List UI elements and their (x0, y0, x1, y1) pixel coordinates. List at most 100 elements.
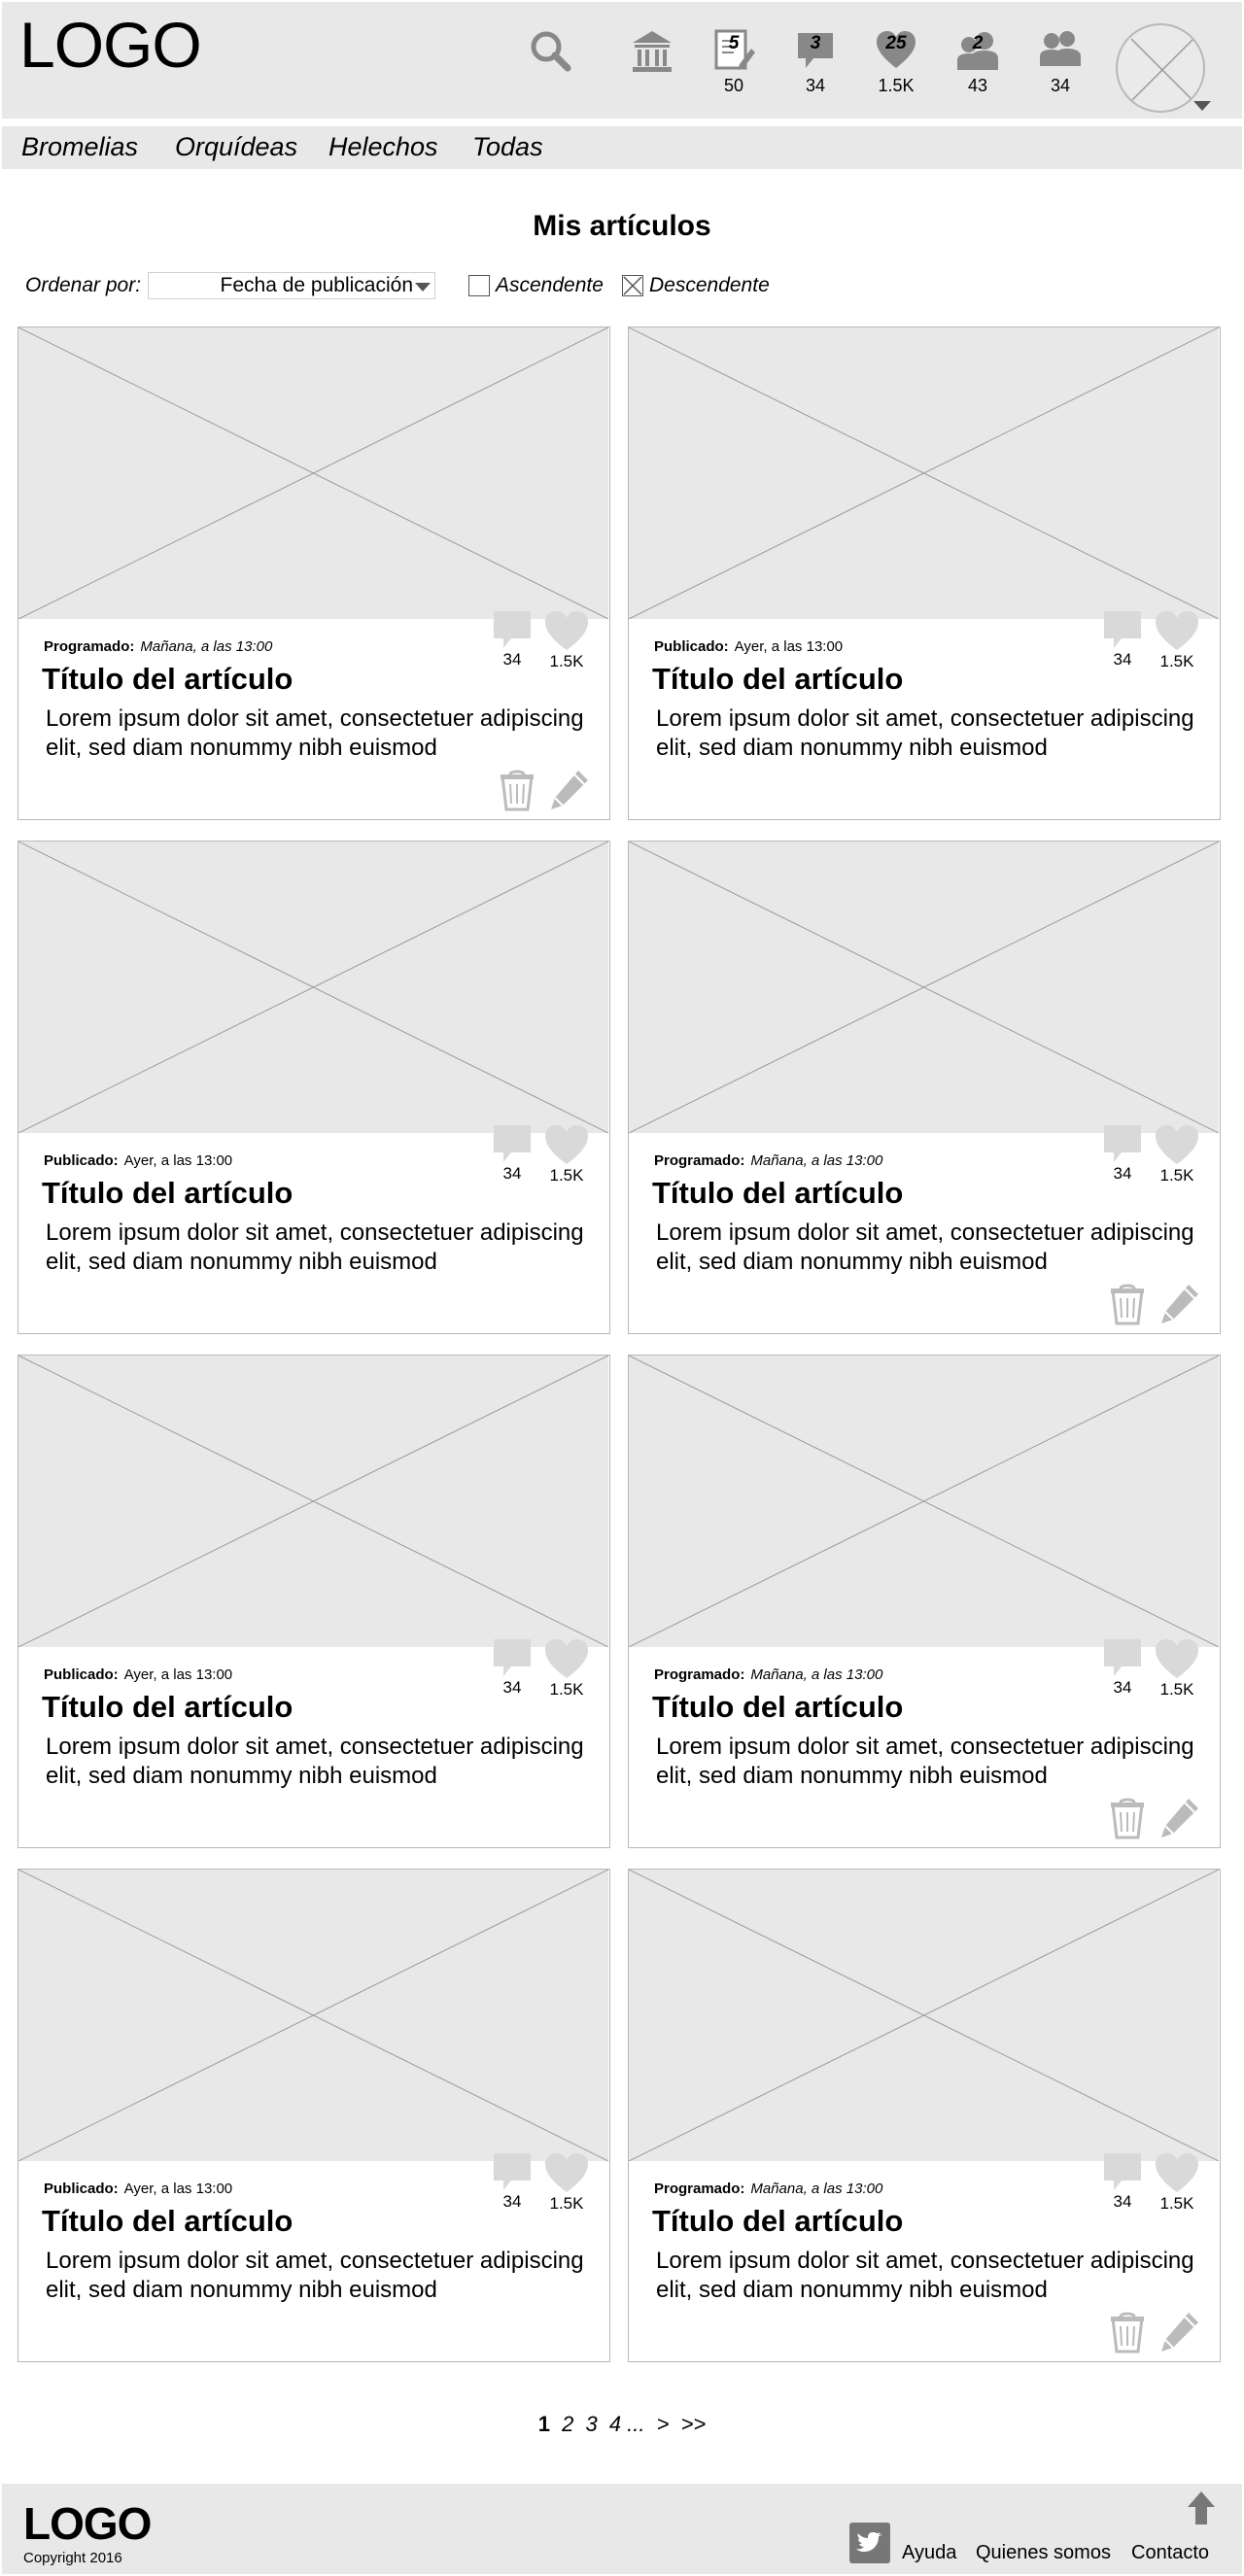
heart-icon (545, 1125, 588, 1164)
article-title[interactable]: Título del artículo (42, 662, 293, 697)
chevron-down-icon (415, 283, 431, 292)
article-likes[interactable]: 1.5K (1154, 2151, 1200, 2214)
article-card[interactable]: 34 1.5K Publicado: Ayer, a las 13:00 Título … (17, 841, 610, 1334)
article-image-placeholder (628, 1869, 1220, 2162)
article-comments[interactable]: 34 (489, 1637, 536, 1698)
article-title[interactable]: Título del artículo (652, 662, 903, 697)
category-nav: Bromelias Orquídeas Helechos Todas (2, 126, 1242, 169)
article-comments[interactable]: 34 (1099, 2151, 1146, 2212)
status-label: Publicado: (44, 1152, 119, 1169)
likes-count: 1.5K (549, 2194, 584, 2213)
footer-link-ayuda[interactable]: Ayuda (902, 2542, 956, 2564)
scroll-to-top-arrow-icon[interactable] (1184, 2490, 1219, 2526)
nav-item-orquideas[interactable]: Orquídeas (175, 132, 297, 162)
next-page-link[interactable]: > (657, 2412, 670, 2436)
article-comments[interactable]: 34 (489, 609, 536, 670)
status-time: Mañana, a las 13:00 (750, 2181, 883, 2197)
nav-item-todas[interactable]: Todas (472, 132, 543, 162)
trash-icon[interactable] (499, 769, 539, 811)
institution-icon[interactable] (628, 29, 676, 97)
comment-icon (1104, 1639, 1141, 1676)
footer-logo[interactable]: LOGO (23, 2497, 152, 2550)
article-likes[interactable]: 1.5K (1154, 609, 1200, 671)
comments-count: 34 (1113, 2192, 1132, 2211)
article-card[interactable]: 34 1.5K Programado: Mañana, a las 13:00 Títu… (628, 1355, 1221, 1848)
article-comments[interactable]: 34 (489, 2151, 536, 2212)
article-card[interactable]: 34 1.5K Programado: Mañana, a las 13:00 Títu… (628, 1869, 1221, 2362)
article-likes[interactable]: 1.5K (543, 609, 590, 671)
avatar[interactable] (1116, 23, 1205, 113)
pencil-edit-icon[interactable] (1159, 1283, 1200, 1325)
article-excerpt: Lorem ipsum dolor sit amet, consectetuer… (656, 1734, 1194, 1789)
article-image-placeholder (628, 841, 1220, 1134)
search-icon[interactable] (527, 27, 575, 76)
comments-count: 34 (502, 650, 522, 669)
article-comments[interactable]: 34 (1099, 1123, 1146, 1184)
twitter-icon[interactable] (849, 2523, 890, 2563)
trash-icon[interactable] (1109, 1283, 1150, 1325)
article-title[interactable]: Título del artículo (652, 1690, 903, 1725)
article-likes[interactable]: 1.5K (543, 1637, 590, 1700)
comments-badge: 3 (810, 33, 821, 53)
article-likes[interactable]: 1.5K (1154, 1637, 1200, 1700)
article-title[interactable]: Título del artículo (652, 2204, 903, 2239)
article-comments[interactable]: 34 (489, 1123, 536, 1184)
nav-item-helechos[interactable]: Helechos (328, 132, 438, 162)
comment-icon (494, 611, 531, 648)
article-card[interactable]: 34 1.5K Programado: Mañana, a las 13:00 Títu… (17, 326, 610, 820)
comment-icon (1104, 611, 1141, 648)
comment-icon (1104, 2153, 1141, 2190)
likes-count: 1.5K (549, 1166, 584, 1185)
articles-count: 50 (723, 76, 744, 95)
footer: LOGO Copyright 2016 Ayuda Quienes somos … (2, 2484, 1242, 2574)
sort-controls: Ordenar por: Fecha de publicación Ascend… (25, 272, 900, 301)
article-card[interactable]: 34 1.5K Publicado: Ayer, a las 13:00 Título … (628, 326, 1221, 820)
article-title[interactable]: Título del artículo (652, 1176, 903, 1211)
article-excerpt: Lorem ipsum dolor sit amet, consectetuer… (46, 2248, 584, 2303)
page-link-1[interactable]: 1 (538, 2412, 550, 2436)
article-card[interactable]: 34 1.5K Publicado: Ayer, a las 13:00 Título … (17, 1355, 610, 1848)
pencil-edit-icon[interactable] (1159, 1797, 1200, 1839)
page-link-3[interactable]: 3 (585, 2412, 597, 2436)
avatar-menu-caret-icon[interactable] (1193, 101, 1211, 111)
pencil-edit-icon[interactable] (1159, 2311, 1200, 2353)
trash-icon[interactable] (1109, 1797, 1150, 1839)
nav-item-bromelias[interactable]: Bromelias (21, 132, 138, 162)
article-likes[interactable]: 1.5K (543, 2151, 590, 2214)
article-comments[interactable]: 34 (1099, 609, 1146, 670)
status-label: Publicado: (654, 638, 729, 655)
logo[interactable]: LOGO (19, 8, 202, 82)
following-icon[interactable]: 34 (1036, 29, 1085, 97)
comments-count: 34 (502, 2192, 522, 2211)
status-time: Mañana, a las 13:00 (750, 1152, 883, 1169)
article-title[interactable]: Título del artículo (42, 1690, 293, 1725)
article-excerpt: Lorem ipsum dolor sit amet, consectetuer… (656, 705, 1194, 761)
page-link-4[interactable]: 4 (609, 2412, 621, 2436)
page-link-2[interactable]: 2 (562, 2412, 573, 2436)
article-status: Publicado: Ayer, a las 13:00 (44, 1152, 232, 1169)
article-excerpt: Lorem ipsum dolor sit amet, consectetuer… (656, 2248, 1194, 2303)
article-image-placeholder (17, 326, 609, 620)
status-label: Programado: (654, 2181, 745, 2197)
last-page-link[interactable]: >> (681, 2412, 707, 2436)
article-title[interactable]: Título del artículo (42, 1176, 293, 1211)
article-card[interactable]: 34 1.5K Programado: Mañana, a las 13:00 Títu… (628, 841, 1221, 1334)
article-likes[interactable]: 1.5K (543, 1123, 590, 1185)
article-likes[interactable]: 1.5K (1154, 1123, 1200, 1185)
comments-icon[interactable]: 3 34 (791, 29, 840, 97)
article-card[interactable]: 34 1.5K Publicado: Ayer, a las 13:00 Título … (17, 1869, 610, 2362)
footer-link-quienes-somos[interactable]: Quienes somos (976, 2542, 1111, 2564)
articles-edit-icon[interactable]: 5 50 (709, 29, 758, 97)
status-time: Ayer, a las 13:00 (123, 1666, 233, 1683)
article-title[interactable]: Título del artículo (42, 2204, 293, 2239)
likes-count: 1.5K (549, 1680, 584, 1699)
status-time: Ayer, a las 13:00 (123, 1152, 233, 1169)
trash-icon[interactable] (1109, 2311, 1150, 2353)
article-comments[interactable]: 34 (1099, 1637, 1146, 1698)
sort-select[interactable]: Fecha de publicación (148, 272, 435, 299)
followers-icon[interactable]: 2 43 (953, 29, 1002, 97)
article-excerpt: Lorem ipsum dolor sit amet, consectetuer… (46, 1734, 584, 1789)
pencil-edit-icon[interactable] (549, 769, 590, 811)
likes-icon[interactable]: 25 1.5K (872, 29, 920, 97)
footer-link-contacto[interactable]: Contacto (1131, 2542, 1209, 2564)
